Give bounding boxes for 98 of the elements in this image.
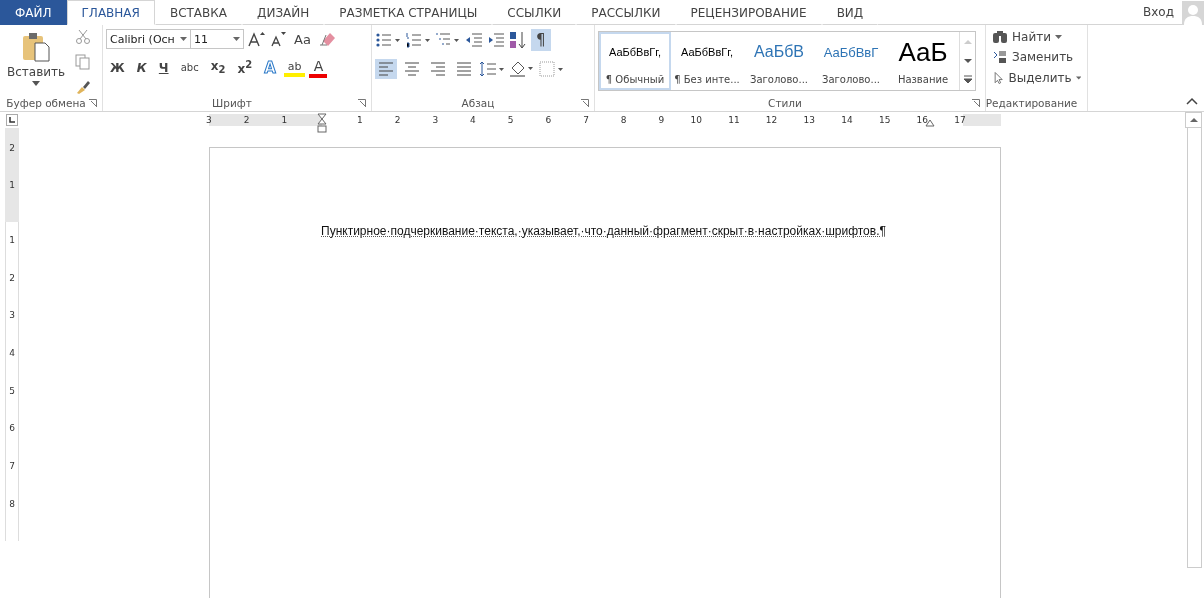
caret-icon [1054,35,1062,39]
ruler-number: 11 [728,114,740,126]
ruler-number: 10 [690,114,702,126]
ruler-number: 3 [206,114,212,126]
ruler-number: 16 [916,114,929,126]
ruler-number: 2 [9,272,15,283]
decrease-indent-icon[interactable] [465,32,483,48]
ruler-number: 1 [9,235,15,245]
caret-icon [1075,76,1081,80]
increase-indent-icon[interactable] [487,32,505,48]
ruler-number: 6 [9,423,15,434]
format-button[interactable]: Ч [154,59,173,76]
dialog-launcher-icon[interactable] [581,99,589,107]
select-button[interactable]: Выделить [989,69,1084,87]
group-label: Редактирование [985,97,1078,109]
grow-font-icon[interactable] [248,31,266,47]
font-color-button[interactable]: A [309,57,328,78]
line-spacing-icon[interactable] [479,61,505,77]
group-label: Шрифт [212,97,252,109]
ruler-number: 4 [470,114,476,126]
binoculars-icon [992,30,1008,44]
shading-icon[interactable] [509,60,535,78]
ruler-number: 4 [9,348,15,359]
style-item[interactable]: АаБбВвГг, ¶ Без инте... [671,32,743,90]
ruler-number: 6 [545,114,552,126]
ruler-number: 17 [954,114,966,126]
group-label: Стили [768,97,802,109]
collapse-ribbon-icon[interactable] [1186,97,1198,105]
tab-selector-icon[interactable] [6,114,18,126]
scroll-up-icon[interactable] [1188,116,1199,124]
format-button[interactable]: x$^{2}$ [233,58,257,77]
group-label: Абзац [461,97,495,109]
dialog-launcher-icon[interactable] [972,99,980,107]
dialog-launcher-icon[interactable] [358,99,366,107]
cut-icon[interactable] [75,29,92,45]
replace-icon [992,49,1008,65]
style-item[interactable]: АаБ Название [887,32,959,90]
ribbon-tab[interactable]: ФАЙЛ [0,0,67,25]
ruler-number: 14 [841,114,853,126]
format-painter-icon[interactable] [75,79,92,95]
format-button[interactable]: x$_{2}$ [206,58,230,77]
ruler-number: 7 [9,461,15,472]
format-button[interactable]: abc [176,61,203,74]
ruler-number: 3 [432,114,439,126]
style-item[interactable]: АаБбВвГ Заголово... [815,32,887,90]
caret-icon [233,37,240,41]
cursor-icon [992,70,1005,86]
ruler-number: 13 [803,114,815,126]
caret-icon [180,37,187,41]
numbering-icon[interactable] [405,32,431,48]
ruler-number: 7 [583,114,589,126]
ruler-number: 8 [9,498,15,509]
vertical-scrollbar[interactable] [1187,128,1202,568]
ruler-number: 2 [243,114,250,126]
ruler-number: 12 [765,114,778,126]
ribbon-tab[interactable]: РЕЦЕНЗИРОВАНИЕ [675,0,822,25]
ribbon-tab[interactable]: РАЗМЕТКА СТРАНИЦЫ [324,0,493,25]
text-effects-button[interactable]: A [260,57,280,78]
ruler-number: 1 [357,114,363,126]
change-case-button[interactable]: Aa [290,30,315,48]
ruler-number: 1 [281,114,288,126]
ribbon-tab[interactable]: ВСТАВКА [154,0,243,25]
ribbon-tab[interactable]: ВИД [821,0,879,25]
font-name-field[interactable]: Calibri (Осн [106,29,191,49]
ruler-number: 15 [878,114,891,126]
ruler-number: 5 [507,114,514,126]
style-item[interactable]: АаБбВвГг, ¶ Обычный [599,32,671,90]
ribbon-tab[interactable]: ГЛАВНАЯ [66,0,155,25]
find-button[interactable]: Найти [989,29,1084,45]
ruler-number: 2 [394,114,401,126]
clipboard-icon [21,31,52,63]
ribbon-tab[interactable]: ДИЗАЙН [242,0,325,25]
indent-marker-icon[interactable] [317,113,327,135]
ruler-number: 1 [9,179,15,190]
ruler-number: 3 [9,310,15,321]
clear-formatting-icon[interactable] [318,31,337,47]
ruler-number: 9 [658,114,665,126]
ruler-number: 5 [9,385,15,396]
shrink-font-icon[interactable] [270,31,286,47]
ruler-number: 8 [620,114,627,126]
ruler-number: 2 [9,143,15,153]
dialog-launcher-icon[interactable] [89,99,97,107]
ribbon-tab[interactable]: РАССЫЛКИ [576,0,676,25]
paste-button[interactable]: Вставить [3,29,70,95]
ribbon-tab[interactable]: ССЫЛКИ [492,0,577,25]
bullets-icon[interactable] [375,32,401,48]
sort-icon[interactable] [509,31,527,49]
show-marks-button[interactable]: ¶ [531,29,551,51]
document-text[interactable]: Пунктирное·подчеркивание·текста,·указывает,·что·данный·фрагмент·скрыт·в·настройках·шрифтов.¶ [321,224,1000,238]
multilevel-list-icon[interactable] [435,32,461,48]
highlight-button[interactable]: ab [283,58,306,77]
font-size-field[interactable]: 11 [190,29,244,49]
caret-icon [32,81,41,86]
format-button[interactable]: К [132,59,151,76]
format-button[interactable]: Ж [106,59,129,76]
style-item[interactable]: АаБбВ Заголово... [743,32,815,90]
group-label: Буфер обмена [6,97,86,109]
replace-button[interactable]: Заменить [989,48,1084,66]
